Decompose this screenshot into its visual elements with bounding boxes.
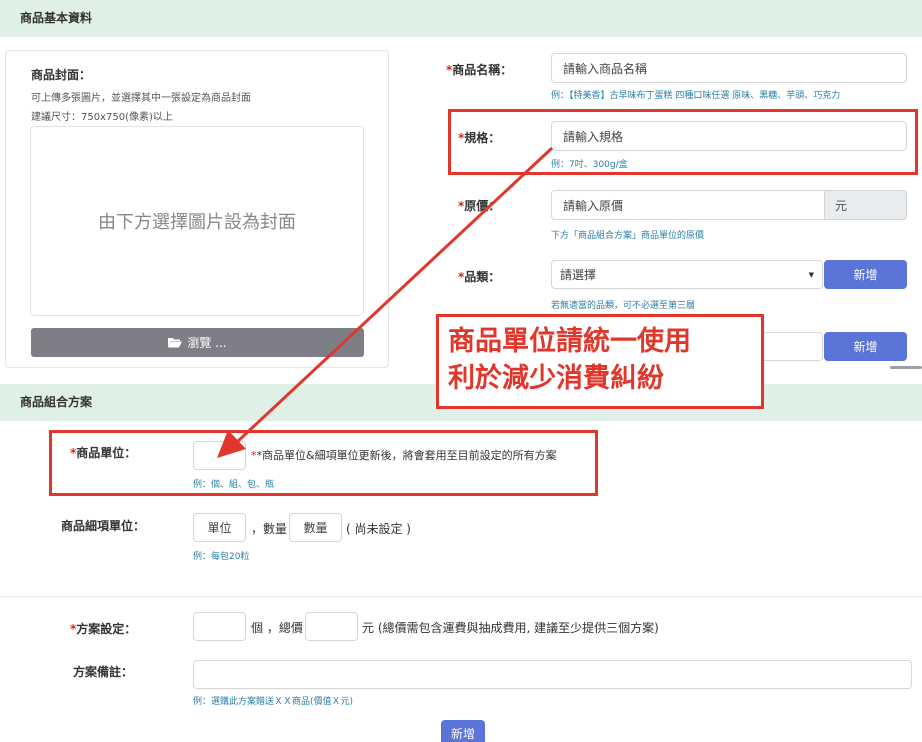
annotation-callout: 商品單位請統一使用 利於減少消費糾紛 xyxy=(436,314,764,409)
scroll-indicator xyxy=(890,366,922,369)
callout-line-1: 商品單位請統一使用 xyxy=(448,326,691,357)
callout-line-2: 利於減少消費糾紛 xyxy=(448,363,664,394)
